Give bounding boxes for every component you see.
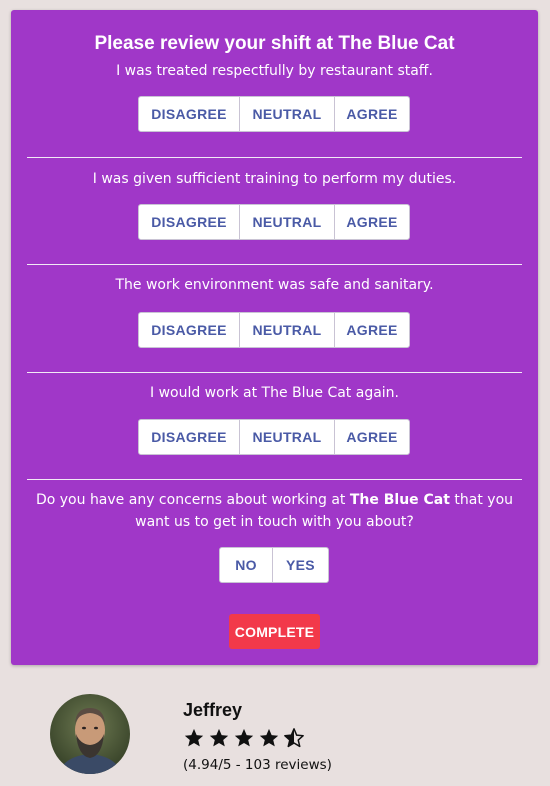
star-full-icon [209, 728, 229, 747]
disagree-button[interactable]: DISAGREE [139, 313, 239, 347]
reviews-summary: (4.94/5 - 103 reviews) [183, 757, 332, 773]
agree-button[interactable]: AGREE [334, 420, 409, 454]
complete-button[interactable]: COMPLETE [229, 614, 320, 649]
question-3-text: The work environment was safe and sanita… [115, 277, 434, 293]
neutral-button[interactable]: NEUTRAL [239, 313, 334, 347]
profile-name: Jeffrey [183, 700, 243, 720]
divider [27, 157, 522, 158]
neutral-button[interactable]: NEUTRAL [239, 205, 334, 239]
question-1-text: I was treated respectfully by restaurant… [116, 63, 433, 79]
avatar-photo [50, 694, 130, 774]
question-2-text: I was given sufficient training to perfo… [92, 171, 457, 187]
divider [27, 264, 522, 265]
neutral-button[interactable]: NEUTRAL [239, 97, 334, 131]
concern-question-text: Do you have any concerns about working a… [33, 489, 516, 533]
yes-button[interactable]: YES [272, 548, 328, 582]
star-full-icon [184, 728, 204, 747]
agree-button[interactable]: AGREE [334, 205, 409, 239]
disagree-button[interactable]: DISAGREE [139, 420, 239, 454]
divider [27, 372, 522, 373]
question-4-options: DISAGREE NEUTRAL AGREE [138, 419, 410, 455]
avatar [50, 694, 130, 774]
survey-card: Please review your shift at The Blue Cat… [11, 10, 538, 665]
no-button[interactable]: NO [220, 548, 272, 582]
question-4-text: I would work at The Blue Cat again. [149, 385, 399, 401]
question-2-options: DISAGREE NEUTRAL AGREE [138, 204, 410, 240]
concern-text-before: Do you have any concerns about working a… [35, 492, 350, 508]
neutral-button[interactable]: NEUTRAL [239, 420, 334, 454]
star-half-icon [284, 728, 304, 748]
agree-button[interactable]: AGREE [334, 313, 409, 347]
question-3-options: DISAGREE NEUTRAL AGREE [138, 312, 410, 348]
divider [27, 479, 522, 480]
disagree-button[interactable]: DISAGREE [139, 205, 239, 239]
question-1-options: DISAGREE NEUTRAL AGREE [138, 96, 410, 132]
star-rating [183, 727, 305, 749]
agree-button[interactable]: AGREE [334, 97, 409, 131]
disagree-button[interactable]: DISAGREE [139, 97, 239, 131]
concern-options: NO YES [219, 547, 329, 583]
concern-restaurant-name: The Blue Cat [349, 492, 450, 508]
survey-title: Please review your shift at The Blue Cat [94, 33, 455, 54]
star-full-icon [259, 728, 279, 747]
star-full-icon [234, 728, 254, 747]
